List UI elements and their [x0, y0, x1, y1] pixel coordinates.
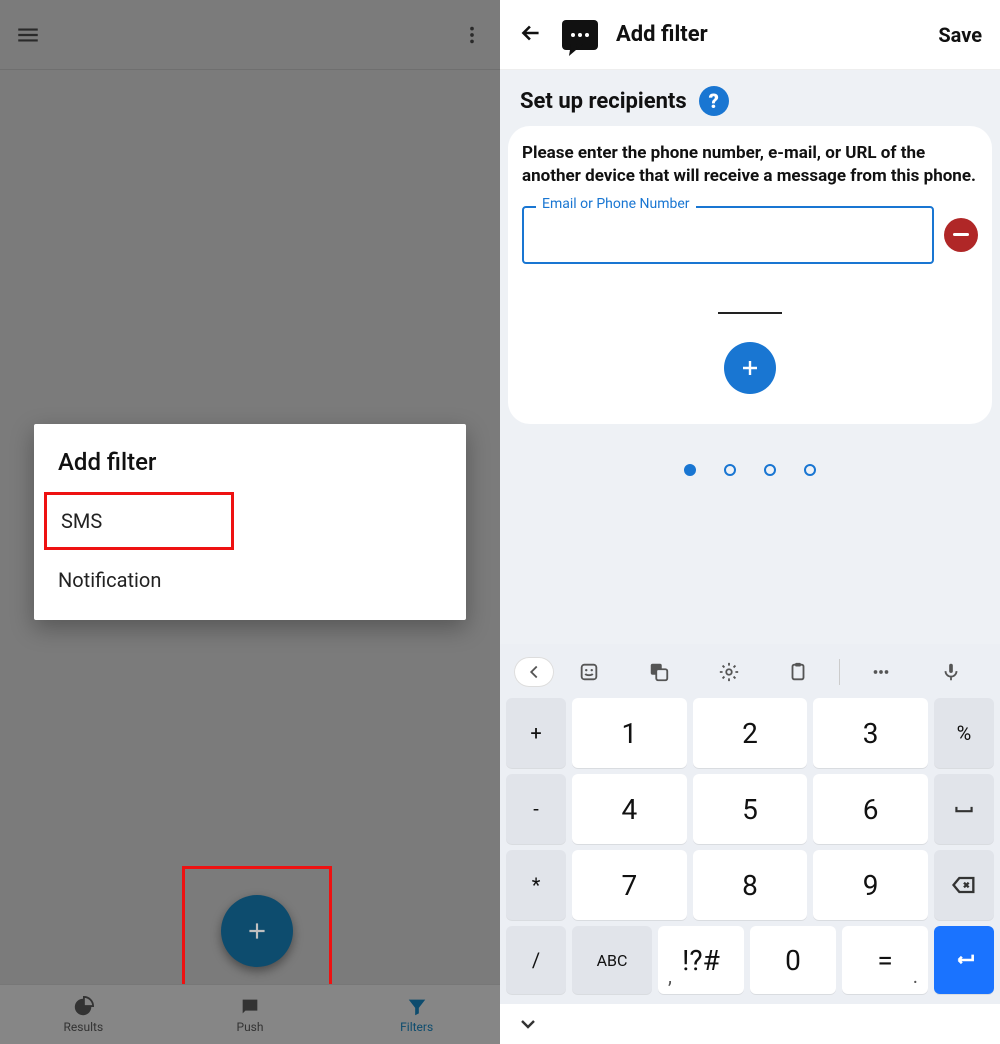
kb-settings-icon[interactable] [694, 661, 764, 683]
bottom-nav: Results Push Filters [0, 984, 500, 1044]
fab-highlight [182, 866, 332, 996]
screen-recipients: Add filter Save Set up recipients ? Plea… [500, 0, 1000, 1044]
nav-filters-label: Filters [400, 1020, 433, 1034]
key-2[interactable]: 2 [693, 698, 808, 768]
remove-recipient-button[interactable] [944, 218, 978, 252]
key-3[interactable]: 3 [813, 698, 928, 768]
add-filter-dialog: Add filter SMS Notification [34, 424, 466, 620]
key-equals[interactable]: =. [842, 926, 928, 994]
kb-sticker-icon[interactable] [554, 661, 624, 683]
soft-keyboard: +123% -456 *789 /ABC,!?#0=. [500, 644, 1000, 1004]
dialog-option-sms[interactable]: SMS [61, 509, 102, 533]
key-symbols[interactable]: ,!?# [658, 926, 744, 994]
keyboard-bottom-row: /ABC,!?#0=. [506, 926, 994, 994]
key-4[interactable]: 4 [572, 774, 687, 844]
appbar: Add filter Save [500, 0, 1000, 70]
section-header: Set up recipients ? [500, 70, 1000, 126]
pager-dot-1[interactable] [684, 464, 696, 476]
kb-more-icon[interactable] [846, 661, 916, 683]
page-title: Add filter [616, 22, 920, 47]
key-9[interactable]: 9 [813, 850, 928, 920]
nav-filters[interactable]: Filters [333, 985, 500, 1044]
pager-dot-3[interactable] [764, 464, 776, 476]
kb-separator [839, 659, 840, 685]
add-recipient-button[interactable] [724, 342, 776, 394]
key-minus[interactable]: - [506, 774, 566, 844]
key-5[interactable]: 5 [693, 774, 808, 844]
recipient-input[interactable] [522, 206, 934, 264]
kb-expand-icon[interactable] [514, 657, 554, 687]
recipients-instruction: Please enter the phone number, e-mail, o… [522, 142, 978, 188]
add-filter-fab[interactable] [221, 895, 293, 967]
dialog-option-sms-highlight: SMS [44, 492, 234, 550]
key-asterisk[interactable]: * [506, 850, 566, 920]
back-icon[interactable] [518, 20, 544, 50]
key-slash[interactable]: / [506, 926, 566, 994]
key-6[interactable]: 6 [813, 774, 928, 844]
nav-results-label: Results [64, 1020, 104, 1034]
app-logo-icon [562, 20, 598, 50]
kb-mic-icon[interactable] [916, 661, 986, 683]
key-8[interactable]: 8 [693, 850, 808, 920]
keyboard-collapse-icon[interactable] [500, 1004, 1000, 1044]
screen-filters: Add filter SMS Notification Results Push… [0, 0, 500, 1044]
recipient-field-wrap: Email or Phone Number [522, 206, 934, 264]
key-plus[interactable]: + [506, 698, 566, 768]
divider [718, 312, 782, 314]
nav-results[interactable]: Results [0, 985, 167, 1044]
key-1[interactable]: 1 [572, 698, 687, 768]
recipient-field-label: Email or Phone Number [536, 196, 696, 212]
kb-translate-icon[interactable] [624, 661, 694, 683]
pager-dot-4[interactable] [804, 464, 816, 476]
nav-push-label: Push [237, 1020, 264, 1034]
key-percent[interactable]: % [934, 698, 994, 768]
dialog-option-notification[interactable]: Notification [34, 550, 466, 610]
key-space[interactable] [934, 774, 994, 844]
key-abc[interactable]: ABC [572, 926, 652, 994]
save-button[interactable]: Save [938, 23, 982, 47]
pager-dot-2[interactable] [724, 464, 736, 476]
key-enter[interactable] [934, 926, 994, 994]
key-7[interactable]: 7 [572, 850, 687, 920]
nav-push[interactable]: Push [167, 985, 334, 1044]
keyboard-keys: +123% -456 *789 [506, 698, 994, 920]
step-pager [500, 424, 1000, 488]
dialog-title: Add filter [34, 444, 466, 492]
keyboard-toolbar [506, 648, 994, 696]
key-0[interactable]: 0 [750, 926, 836, 994]
kb-clipboard-icon[interactable] [763, 661, 833, 683]
key-backspace[interactable] [934, 850, 994, 920]
section-title: Set up recipients [520, 89, 687, 114]
recipient-row: Email or Phone Number [522, 206, 978, 264]
help-icon[interactable]: ? [699, 86, 729, 116]
recipients-card: Please enter the phone number, e-mail, o… [508, 126, 992, 424]
